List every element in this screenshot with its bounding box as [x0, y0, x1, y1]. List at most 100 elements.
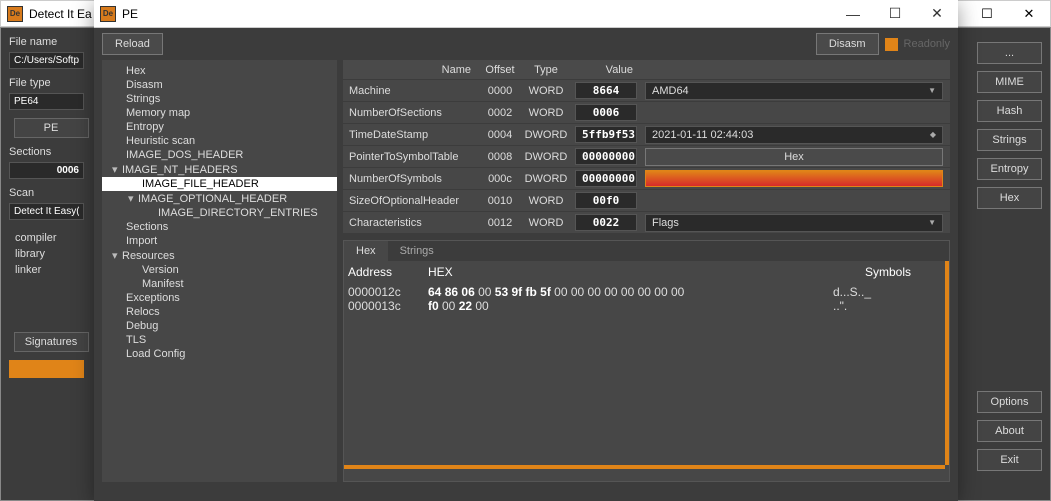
pe-close-button[interactable]: ✕: [916, 0, 958, 28]
tree-item[interactable]: ▾Resources: [102, 248, 337, 263]
bg-close-button[interactable]: ✕: [1008, 0, 1050, 27]
pe-icon: De: [100, 6, 116, 22]
bg-title: Detect It Ea: [29, 7, 92, 21]
header-table: Name Offset Type Value Machine0000WORD86…: [343, 60, 950, 234]
field-value[interactable]: 0006: [575, 104, 637, 121]
hex-row: 0000013cf0 00 22 00..".: [348, 299, 945, 313]
col-offset: Offset: [479, 64, 521, 76]
field-value[interactable]: 00000000: [575, 148, 637, 165]
pe-toolbar: Reload Disasm Readonly: [94, 28, 958, 60]
tree-item[interactable]: Strings: [102, 92, 337, 106]
list-item[interactable]: compiler: [11, 230, 91, 246]
tree-item[interactable]: Load Config: [102, 347, 337, 361]
nav-tree[interactable]: HexDisasmStringsMemory mapEntropyHeurist…: [102, 60, 337, 482]
date-field[interactable]: 2021-01-11 02:44:03◆: [645, 126, 943, 144]
disasm-button[interactable]: Disasm: [816, 33, 879, 55]
field-name: NumberOfSymbols: [343, 173, 479, 185]
filetype-input[interactable]: [9, 93, 84, 110]
reload-button[interactable]: Reload: [102, 33, 163, 55]
field-value[interactable]: 5ffb9f53: [575, 126, 637, 143]
tree-item[interactable]: Entropy: [102, 120, 337, 134]
field-offset: 0002: [479, 107, 521, 119]
tab-hex[interactable]: Hex: [344, 241, 388, 261]
field-type: WORD: [521, 85, 571, 97]
tree-item[interactable]: ▾IMAGE_NT_HEADERS: [102, 162, 337, 177]
field-value[interactable]: 8664: [575, 82, 637, 99]
filename-input[interactable]: [9, 52, 84, 69]
pe-window: De PE — ☐ ✕ Reload Disasm Readonly HexDi…: [94, 0, 958, 501]
field-type: DWORD: [521, 129, 571, 141]
options-button[interactable]: Options: [977, 391, 1042, 413]
tree-item[interactable]: Debug: [102, 319, 337, 333]
mime-button[interactable]: MIME: [977, 71, 1042, 93]
hex-panel: Hex Strings Address HEX Symbols 0000012c…: [343, 240, 950, 482]
field-value[interactable]: 00000000: [575, 170, 637, 187]
table-row: NumberOfSymbols000cDWORD00000000: [343, 168, 950, 190]
list-item[interactable]: library: [11, 246, 91, 262]
tree-item[interactable]: Manifest: [102, 277, 337, 291]
tab-strings[interactable]: Strings: [388, 241, 446, 261]
field-name: PointerToSymbolTable: [343, 151, 479, 163]
exit-button[interactable]: Exit: [977, 449, 1042, 471]
list-item[interactable]: linker: [11, 262, 91, 278]
combo-select[interactable]: Flags▼: [645, 214, 943, 232]
pe-title: PE: [122, 7, 138, 21]
combo-select[interactable]: AMD64▼: [645, 82, 943, 100]
app-icon: De: [7, 6, 23, 22]
table-row: NumberOfSections0002WORD0006: [343, 102, 950, 124]
table-row: TimeDateStamp0004DWORD5ffb9f532021-01-11…: [343, 124, 950, 146]
col-type: Type: [521, 64, 571, 76]
field-offset: 0010: [479, 195, 521, 207]
tree-item[interactable]: Import: [102, 234, 337, 248]
tree-item[interactable]: IMAGE_DIRECTORY_ENTRIES: [102, 206, 337, 220]
tree-item[interactable]: Relocs: [102, 305, 337, 319]
field-type: WORD: [521, 107, 571, 119]
field-name: TimeDateStamp: [343, 129, 479, 141]
scan-label: Scan: [9, 187, 93, 199]
tree-item[interactable]: Disasm: [102, 78, 337, 92]
field-type: WORD: [521, 195, 571, 207]
tree-item[interactable]: Heuristic scan: [102, 134, 337, 148]
field-offset: 0008: [479, 151, 521, 163]
progress-bar: [9, 360, 84, 378]
tree-item[interactable]: TLS: [102, 333, 337, 347]
signatures-button[interactable]: Signatures: [14, 332, 89, 352]
field-type: DWORD: [521, 151, 571, 163]
hash-button[interactable]: Hash: [977, 100, 1042, 122]
table-row: SizeOfOptionalHeader0010WORD00f0: [343, 190, 950, 212]
about-button[interactable]: About: [977, 420, 1042, 442]
filename-label: File name: [9, 36, 93, 48]
scan-value[interactable]: [9, 203, 84, 220]
hex-jump-button[interactable]: Hex: [645, 148, 943, 166]
hex-row: 0000012c64 86 06 00 53 9f fb 5f 00 00 00…: [348, 285, 945, 299]
bg-max-button[interactable]: ☐: [966, 0, 1008, 27]
field-name: Characteristics: [343, 217, 479, 229]
table-row: PointerToSymbolTable0008DWORD 00000000 Hex: [343, 146, 950, 168]
tree-item[interactable]: Version: [102, 263, 337, 277]
pe-min-button[interactable]: —: [832, 0, 874, 28]
tree-item[interactable]: Exceptions: [102, 291, 337, 305]
hex-marker-bottom: [344, 465, 945, 469]
more-button[interactable]: ...: [977, 42, 1042, 64]
pe-button[interactable]: PE: [14, 118, 89, 138]
hex-button[interactable]: Hex: [977, 187, 1042, 209]
highlight-bar: [645, 170, 943, 187]
readonly-checkbox[interactable]: [885, 38, 898, 51]
sections-value[interactable]: [9, 162, 84, 179]
field-value[interactable]: 0022: [575, 214, 637, 231]
tree-item[interactable]: IMAGE_FILE_HEADER: [102, 177, 337, 191]
col-name: Name: [343, 64, 479, 76]
tree-item[interactable]: Memory map: [102, 106, 337, 120]
hex-content[interactable]: Address HEX Symbols 0000012c64 86 06 00 …: [344, 261, 949, 481]
entropy-button[interactable]: Entropy: [977, 158, 1042, 180]
filetype-label: File type: [9, 77, 93, 89]
strings-button[interactable]: Strings: [977, 129, 1042, 151]
hex-addr-hdr: Address: [348, 265, 428, 279]
table-row: Characteristics0012WORD0022Flags▼: [343, 212, 950, 234]
tree-item[interactable]: IMAGE_DOS_HEADER: [102, 148, 337, 162]
tree-item[interactable]: ▾IMAGE_OPTIONAL_HEADER: [102, 191, 337, 206]
tree-item[interactable]: Hex: [102, 64, 337, 78]
field-value[interactable]: 00f0: [575, 192, 637, 209]
pe-max-button[interactable]: ☐: [874, 0, 916, 28]
tree-item[interactable]: Sections: [102, 220, 337, 234]
